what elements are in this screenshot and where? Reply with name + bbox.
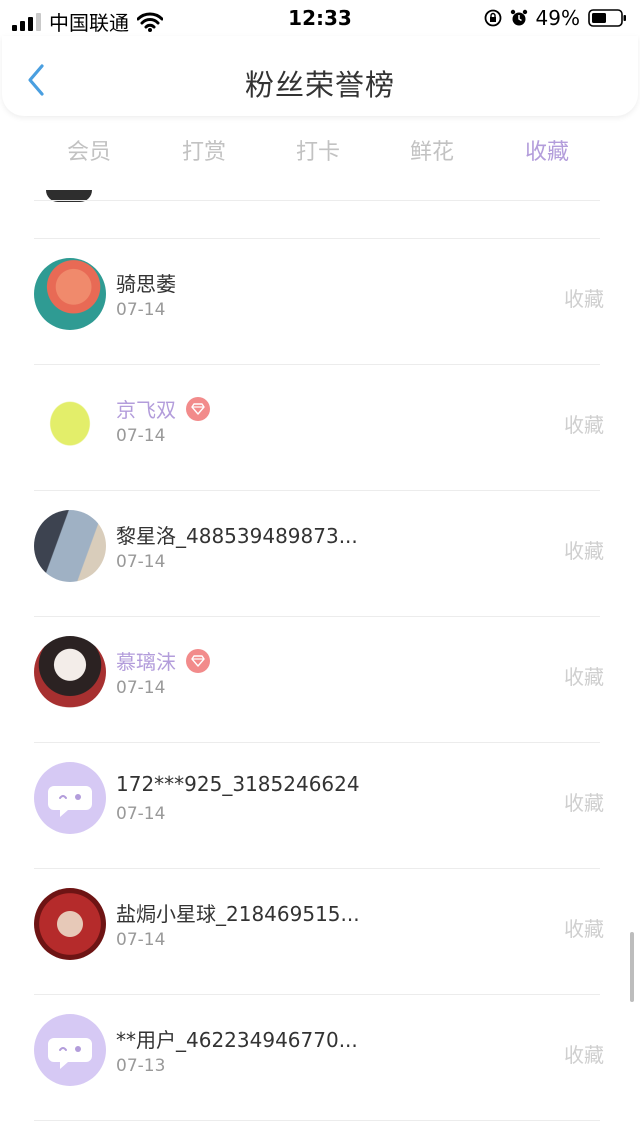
diamond-icon	[186, 648, 210, 673]
list-item[interactable]: **用户_462234946770... 07-13 收藏	[0, 994, 640, 1120]
date-label: 07-14	[116, 678, 166, 698]
date-label: 07-13	[116, 1056, 166, 1076]
alarm-icon	[510, 9, 527, 26]
favorite-label: 收藏	[564, 791, 604, 815]
date-label: 07-14	[116, 804, 166, 824]
avatar	[34, 888, 106, 960]
user-name: 骑思萎	[116, 272, 176, 296]
avatar	[34, 510, 106, 582]
date-label: 07-14	[116, 300, 166, 320]
scrollbar[interactable]	[630, 932, 634, 1002]
user-name: 172***925_3185246624	[116, 772, 360, 796]
list-item[interactable]: 骑思萎 07-14 收藏	[0, 238, 640, 364]
tab-bar: 会员 打赏 打卡 鲜花 收藏	[0, 124, 640, 176]
diamond-icon	[186, 396, 210, 421]
divider	[34, 200, 600, 201]
fan-list: 骑思萎 07-14 收藏 京飞双 07-14 收藏 黎星洛_4885394898…	[0, 176, 640, 1138]
user-name: 黎星洛_488539489873...	[116, 524, 358, 548]
favorite-label: 收藏	[564, 539, 604, 563]
tab-flower[interactable]: 鲜花	[375, 134, 489, 166]
rotation-lock-icon	[484, 9, 501, 27]
battery-percent: 49%	[535, 6, 580, 30]
list-item[interactable]: 慕璃沫 07-14 收藏	[0, 616, 640, 742]
avatar	[34, 1014, 106, 1086]
avatar	[34, 636, 106, 708]
page-title: 粉丝荣誉榜	[244, 68, 395, 102]
status-right: 49%	[484, 6, 628, 30]
avatar	[34, 762, 106, 834]
favorite-label: 收藏	[564, 287, 604, 311]
nav-header: 粉丝荣誉榜	[2, 36, 638, 116]
favorite-label: 收藏	[564, 917, 604, 941]
date-label: 07-14	[116, 930, 166, 950]
list-item[interactable]: 京飞双 07-14 收藏	[0, 364, 640, 490]
list-item[interactable]: 172***925_3185246624 07-14 收藏	[0, 742, 640, 868]
date-label: 07-14	[116, 426, 166, 446]
avatar	[34, 258, 106, 330]
tab-favorite[interactable]: 收藏	[490, 134, 604, 166]
favorite-label: 收藏	[564, 1043, 604, 1067]
tab-reward[interactable]: 打赏	[147, 134, 261, 166]
date-label: 07-14	[116, 552, 166, 572]
user-name: 慕璃沫	[116, 650, 176, 674]
user-name: 盐焗小星球_218469515...	[116, 902, 360, 926]
list-item-partial	[0, 176, 640, 236]
chat-bubble-icon	[48, 786, 92, 817]
chat-bubble-icon	[48, 1038, 92, 1069]
user-name: **用户_462234946770...	[116, 1028, 358, 1052]
favorite-label: 收藏	[564, 413, 604, 437]
favorite-label: 收藏	[564, 665, 604, 689]
avatar	[34, 384, 106, 456]
battery-icon	[588, 9, 626, 27]
status-bar: 中国联通 12:33 49%	[0, 0, 640, 36]
user-name: 京飞双	[116, 398, 176, 422]
tab-checkin[interactable]: 打卡	[261, 134, 375, 166]
list-item[interactable]: 盐焗小星球_218469515... 07-14 收藏	[0, 868, 640, 994]
tab-member[interactable]: 会员	[32, 134, 146, 166]
list-item[interactable]: 黎星洛_488539489873... 07-14 收藏	[0, 490, 640, 616]
divider	[34, 1120, 600, 1121]
